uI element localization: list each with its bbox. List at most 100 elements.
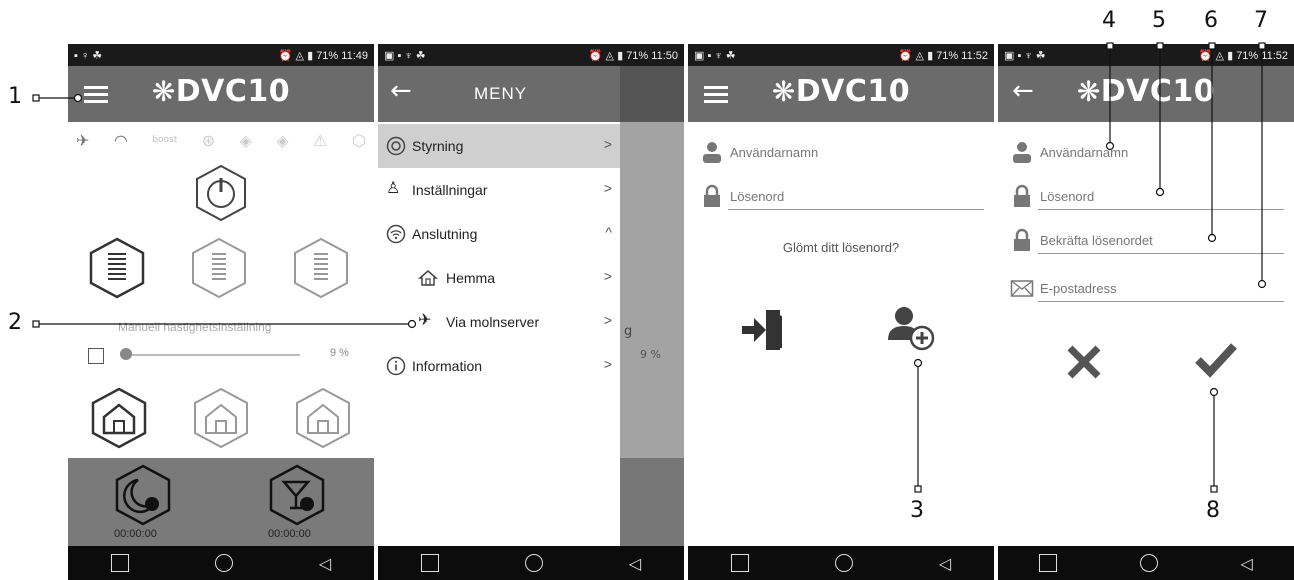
speed-percent: 9 % xyxy=(330,347,349,359)
wifi-icon: ◠ xyxy=(113,130,128,150)
night-timer-button[interactable] xyxy=(112,464,174,526)
night-timer-value: 00:00:00 xyxy=(114,528,157,540)
fan-logo-icon: ❋ xyxy=(771,75,796,108)
app-bar: ❋DVC10 xyxy=(68,66,374,122)
home-nav-icon[interactable] xyxy=(1139,554,1158,572)
back-nav-icon[interactable]: ◁ xyxy=(1240,554,1252,573)
top-status-icons: ✈ ◠ boost ⊛ ◈ ◈ ⚠ ⬡ xyxy=(76,128,366,152)
android-nav-bar: ◁ xyxy=(378,546,684,580)
timer-panel: 00:00:00 00:00:00 xyxy=(68,458,374,546)
boost-label: boost xyxy=(152,135,178,145)
password-field[interactable]: Lösenord xyxy=(698,180,984,214)
username-field[interactable]: Användarnamn xyxy=(698,136,984,170)
manual-checkbox[interactable] xyxy=(88,348,104,364)
menu-item-hemma[interactable]: Hemma > xyxy=(378,256,620,300)
lock-icon xyxy=(1010,184,1034,208)
callout-7: 7 xyxy=(1254,8,1268,33)
cancel-button[interactable] xyxy=(1064,342,1104,382)
lock-icon xyxy=(700,184,724,208)
settings-bulb-icon: ♙ xyxy=(386,180,401,197)
app-bar: ❋DVC10 xyxy=(688,66,994,122)
recents-icon[interactable] xyxy=(420,554,439,572)
forgot-password-link[interactable]: Glömt ditt lösenord? xyxy=(688,240,994,255)
android-nav-bar: ◁ xyxy=(68,546,374,580)
notification-icons: ▣ ▪ ♆ ☘ xyxy=(384,49,426,62)
password-field[interactable]: Lösenord xyxy=(1008,180,1284,214)
satellite-icon: ✈ xyxy=(418,312,432,329)
back-nav-icon[interactable]: ◁ xyxy=(319,554,331,573)
house-mode-3-button[interactable] xyxy=(292,387,354,449)
menu-item-via-molnserver[interactable]: ✈ Via molnserver > xyxy=(378,300,620,344)
home-nav-icon[interactable] xyxy=(524,554,543,572)
speed-low-button[interactable] xyxy=(86,237,148,299)
manual-speed-label: Manuell hastighetsinställning xyxy=(118,320,272,334)
menu-item-anslutning[interactable]: Anslutning ^ xyxy=(378,212,620,256)
satellite-icon: ✈ xyxy=(76,130,90,150)
party-timer-button[interactable] xyxy=(266,464,328,526)
screen-register: ▣ ▪ ♆ ☘ ⏰ ◬ ▮ 71% 11:52 ← ❋DVC10 Använda… xyxy=(998,44,1294,580)
back-arrow-icon[interactable]: ← xyxy=(390,76,412,106)
confirm-button[interactable] xyxy=(1194,340,1238,380)
email-field[interactable]: E-postadress xyxy=(1008,272,1284,306)
home-icon xyxy=(418,268,438,288)
login-button[interactable] xyxy=(738,308,788,352)
speed-high-button[interactable] xyxy=(290,237,352,299)
light-status-icon: ◈ xyxy=(276,130,289,150)
drawer-header: ← MENY xyxy=(378,66,620,122)
callout-1: 1 xyxy=(8,84,22,109)
target-icon xyxy=(386,136,406,156)
house-mode-2-button[interactable] xyxy=(190,387,252,449)
callout-4: 4 xyxy=(1102,8,1116,33)
back-nav-icon[interactable]: ◁ xyxy=(939,554,951,573)
speed-mid-button[interactable] xyxy=(188,237,250,299)
home-nav-icon[interactable] xyxy=(214,554,233,572)
screen-menu: ▣ ▪ ♆ ☘ ⏰ ◬ ▮ 71% 11:50 g 9 % 00 ← MENY … xyxy=(378,44,684,580)
status-bar: ▪ ♀ ☘ ⏰ ◬ ▮ 71% 11:49 xyxy=(68,44,374,66)
callout-6: 6 xyxy=(1204,8,1218,33)
speed-slider-handle[interactable] xyxy=(120,348,132,360)
filter-icon: ⬡ xyxy=(351,130,366,150)
brand-title: ❋DVC10 xyxy=(151,74,291,109)
status-right: ⏰ ◬ ▮ 71% 11:52 xyxy=(1198,49,1288,62)
nav-drawer: ← MENY Styrning > ♙ Inställningar > Ansl… xyxy=(378,66,620,546)
menu-item-styrning[interactable]: Styrning > xyxy=(378,124,620,168)
speed-slider[interactable] xyxy=(120,354,300,356)
menu-item-information[interactable]: Information > xyxy=(378,344,620,388)
clock: 11:52 xyxy=(1261,49,1288,62)
app-bar: ← ❋DVC10 xyxy=(998,66,1294,122)
status-bar: ▣ ▪ ♆ ☘ ⏰ ◬ ▮ 71% 11:52 xyxy=(688,44,994,66)
status-right: ⏰ ◬ ▮ 71% 11:49 xyxy=(278,49,368,62)
confirm-password-field[interactable]: Bekräfta lösenordet xyxy=(1008,224,1284,258)
home-nav-icon[interactable] xyxy=(834,554,853,572)
callout-5: 5 xyxy=(1152,8,1166,33)
screen-login: ▣ ▪ ♆ ☘ ⏰ ◬ ▮ 71% 11:52 ❋DVC10 Användarn… xyxy=(688,44,994,580)
party-timer-value: 00:00:00 xyxy=(268,528,311,540)
android-nav-bar: ◁ xyxy=(998,546,1294,580)
menu-item-installningar[interactable]: ♙ Inställningar > xyxy=(378,168,620,212)
envelope-icon xyxy=(1010,276,1034,300)
menu-title: MENY xyxy=(474,84,528,103)
recents-icon[interactable] xyxy=(730,554,749,572)
status-bar: ▣ ▪ ♆ ☘ ⏰ ◬ ▮ 71% 11:50 xyxy=(378,44,684,66)
fan-logo-icon: ❋ xyxy=(151,75,176,108)
info-icon xyxy=(386,356,406,376)
heat-status-icon: ◈ xyxy=(239,130,252,150)
add-user-button[interactable] xyxy=(884,304,938,354)
clock: 11:49 xyxy=(341,49,368,62)
username-field[interactable]: Användarnamn xyxy=(1008,136,1284,170)
brand-title: ❋DVC10 xyxy=(771,74,911,109)
clock: 11:50 xyxy=(651,49,678,62)
back-nav-icon[interactable]: ◁ xyxy=(629,554,641,573)
bg-letter: g xyxy=(624,324,633,339)
recents-icon[interactable] xyxy=(1039,554,1058,572)
clock: 11:52 xyxy=(961,49,988,62)
user-icon xyxy=(1010,140,1034,164)
callout-2: 2 xyxy=(8,310,22,335)
brand-title: ❋DVC10 xyxy=(1076,74,1216,109)
lock-icon xyxy=(1010,228,1034,252)
status-bar: ▣ ▪ ♆ ☘ ⏰ ◬ ▮ 71% 11:52 xyxy=(998,44,1294,66)
wifi-icon xyxy=(386,224,406,244)
power-button[interactable] xyxy=(192,164,250,222)
recents-icon[interactable] xyxy=(110,554,129,572)
house-mode-1-button[interactable] xyxy=(88,387,150,449)
